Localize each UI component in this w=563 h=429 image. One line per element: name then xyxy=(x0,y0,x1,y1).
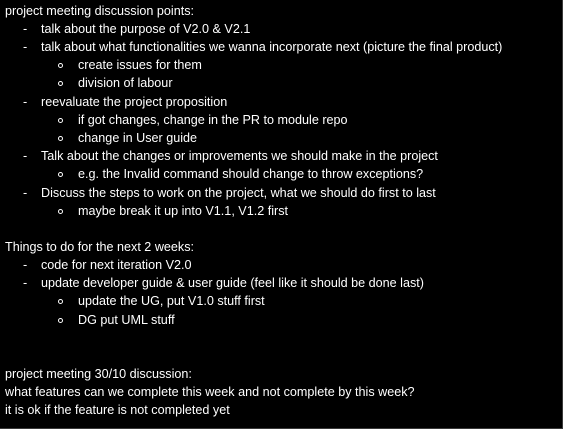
sub-list-item: change in User guide xyxy=(78,131,198,145)
dash-bullet: - xyxy=(23,95,28,109)
circle-bullet-icon xyxy=(58,209,63,214)
dash-bullet: - xyxy=(23,22,28,36)
circle-bullet-icon xyxy=(58,318,63,323)
circle-bullet-icon xyxy=(58,299,63,304)
list-item: talk about what functionalities we wanna… xyxy=(41,40,503,54)
list-item: code for next iteration V2.0 xyxy=(41,258,192,272)
circle-bullet-icon xyxy=(58,136,63,141)
sub-list-item: e.g. the Invalid command should change t… xyxy=(78,167,424,181)
list-item: update developer guide & user guide (fee… xyxy=(41,276,424,290)
circle-bullet-icon xyxy=(58,63,63,68)
dash-bullet: - xyxy=(23,258,28,272)
section1-heading: project meeting discussion points: xyxy=(5,4,195,18)
section2-heading: Things to do for the next 2 weeks: xyxy=(5,240,195,254)
notes-document: project meeting discussion points: - tal… xyxy=(0,0,563,429)
dash-bullet: - xyxy=(23,276,28,290)
sub-list-item: if got changes, change in the PR to modu… xyxy=(78,113,348,127)
sub-list-item: update the UG, put V1.0 stuff first xyxy=(78,294,265,308)
paragraph-line: what features can we complete this week … xyxy=(5,385,415,399)
dash-bullet: - xyxy=(23,40,28,54)
sub-list-item: division of labour xyxy=(78,76,173,90)
list-item: Talk about the changes or improvements w… xyxy=(41,149,438,163)
circle-bullet-icon xyxy=(58,172,63,177)
sub-list-item: DG put UML stuff xyxy=(78,313,175,327)
section3-heading: project meeting 30/10 discussion: xyxy=(5,367,192,381)
list-item: Discuss the steps to work on the project… xyxy=(41,186,436,200)
circle-bullet-icon xyxy=(58,118,63,123)
sub-list-item: create issues for them xyxy=(78,58,202,72)
circle-bullet-icon xyxy=(58,81,63,86)
list-item: reevaluate the project proposition xyxy=(41,95,228,109)
paragraph-line: it is ok if the feature is not completed… xyxy=(5,403,230,417)
dash-bullet: - xyxy=(23,149,28,163)
list-item: talk about the purpose of V2.0 & V2.1 xyxy=(41,22,251,36)
dash-bullet: - xyxy=(23,186,28,200)
sub-list-item: maybe break it up into V1.1, V1.2 first xyxy=(78,204,289,218)
